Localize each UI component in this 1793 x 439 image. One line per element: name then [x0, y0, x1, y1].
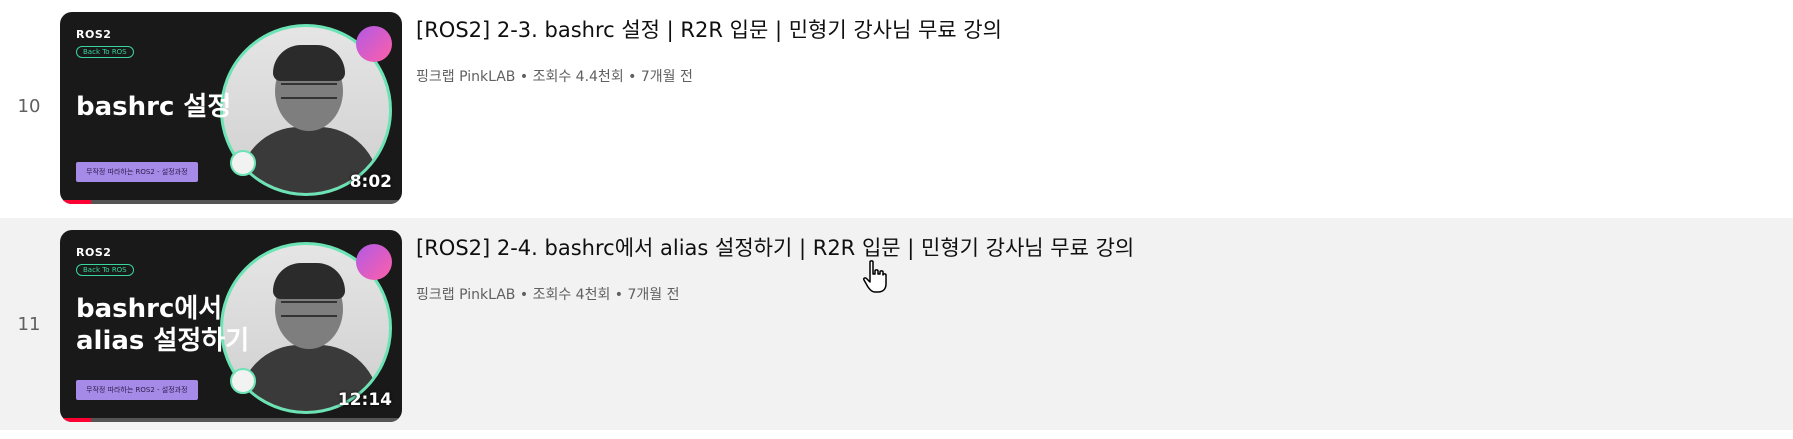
- channel-name[interactable]: 핑크랩 PinkLAB: [416, 69, 515, 85]
- view-count: 조회수 4.4천회: [532, 69, 624, 85]
- watch-progress-bar: [60, 418, 402, 422]
- playlist-item[interactable]: 10 ROS2 Back To ROS bashrc 설정 무작정 따라하는 R…: [0, 0, 1793, 212]
- meta-separator: •: [515, 69, 533, 85]
- playlist-item[interactable]: 11 ROS2 Back To ROS bashrc에서 alias 설정하기 …: [0, 218, 1793, 430]
- video-meta: 핑크랩 PinkLAB • 조회수 4천회 • 7개월 전: [416, 284, 680, 304]
- gradient-dot-decoration: [356, 244, 392, 280]
- video-title[interactable]: [ROS2] 2-4. bashrc에서 alias 설정하기 | R2R 입문…: [416, 232, 1134, 262]
- meta-separator: •: [610, 287, 628, 303]
- meta-separator: •: [515, 287, 533, 303]
- video-meta: 핑크랩 PinkLAB • 조회수 4.4천회 • 7개월 전: [416, 66, 693, 86]
- watch-progress-fill: [60, 418, 91, 422]
- upload-age: 7개월 전: [640, 69, 693, 85]
- thumbnail-tag: 무작정 따라하는 ROS2 - 설정과정: [76, 162, 198, 182]
- upload-age: 7개월 전: [627, 287, 680, 303]
- duration-badge: 12:14: [337, 390, 392, 410]
- thumbnail-title-line: alias 설정하기: [76, 326, 250, 356]
- item-index: 11: [17, 314, 41, 335]
- view-count: 조회수 4천회: [532, 287, 611, 303]
- thumbnail-title-line: bashrc 설정: [76, 92, 232, 122]
- item-index: 10: [17, 96, 41, 117]
- video-thumbnail[interactable]: ROS2 Back To ROS bashrc에서 alias 설정하기 무작정…: [60, 230, 402, 422]
- white-dot-decoration: [230, 150, 256, 176]
- thumbnail-title-line: bashrc에서: [76, 294, 223, 324]
- video-thumbnail[interactable]: ROS2 Back To ROS bashrc 설정 무작정 따라하는 ROS2…: [60, 12, 402, 204]
- thumbnail-logo: ROS2: [76, 246, 112, 259]
- meta-separator: •: [623, 69, 641, 85]
- white-dot-decoration: [230, 368, 256, 394]
- hand-pointer-icon: [863, 260, 887, 293]
- thumbnail-logo: ROS2: [76, 28, 112, 41]
- thumbnail-tag: 무작정 따라하는 ROS2 - 설정과정: [76, 380, 198, 400]
- video-title[interactable]: [ROS2] 2-3. bashrc 설정 | R2R 입문 | 민형기 강사님…: [416, 14, 1002, 44]
- thumbnail-pill: Back To ROS: [76, 46, 134, 58]
- channel-name[interactable]: 핑크랩 PinkLAB: [416, 287, 515, 303]
- duration-badge: 8:02: [349, 172, 392, 192]
- thumbnail-pill: Back To ROS: [76, 264, 134, 276]
- gradient-dot-decoration: [356, 26, 392, 62]
- watch-progress-fill: [60, 200, 91, 204]
- watch-progress-bar: [60, 200, 402, 204]
